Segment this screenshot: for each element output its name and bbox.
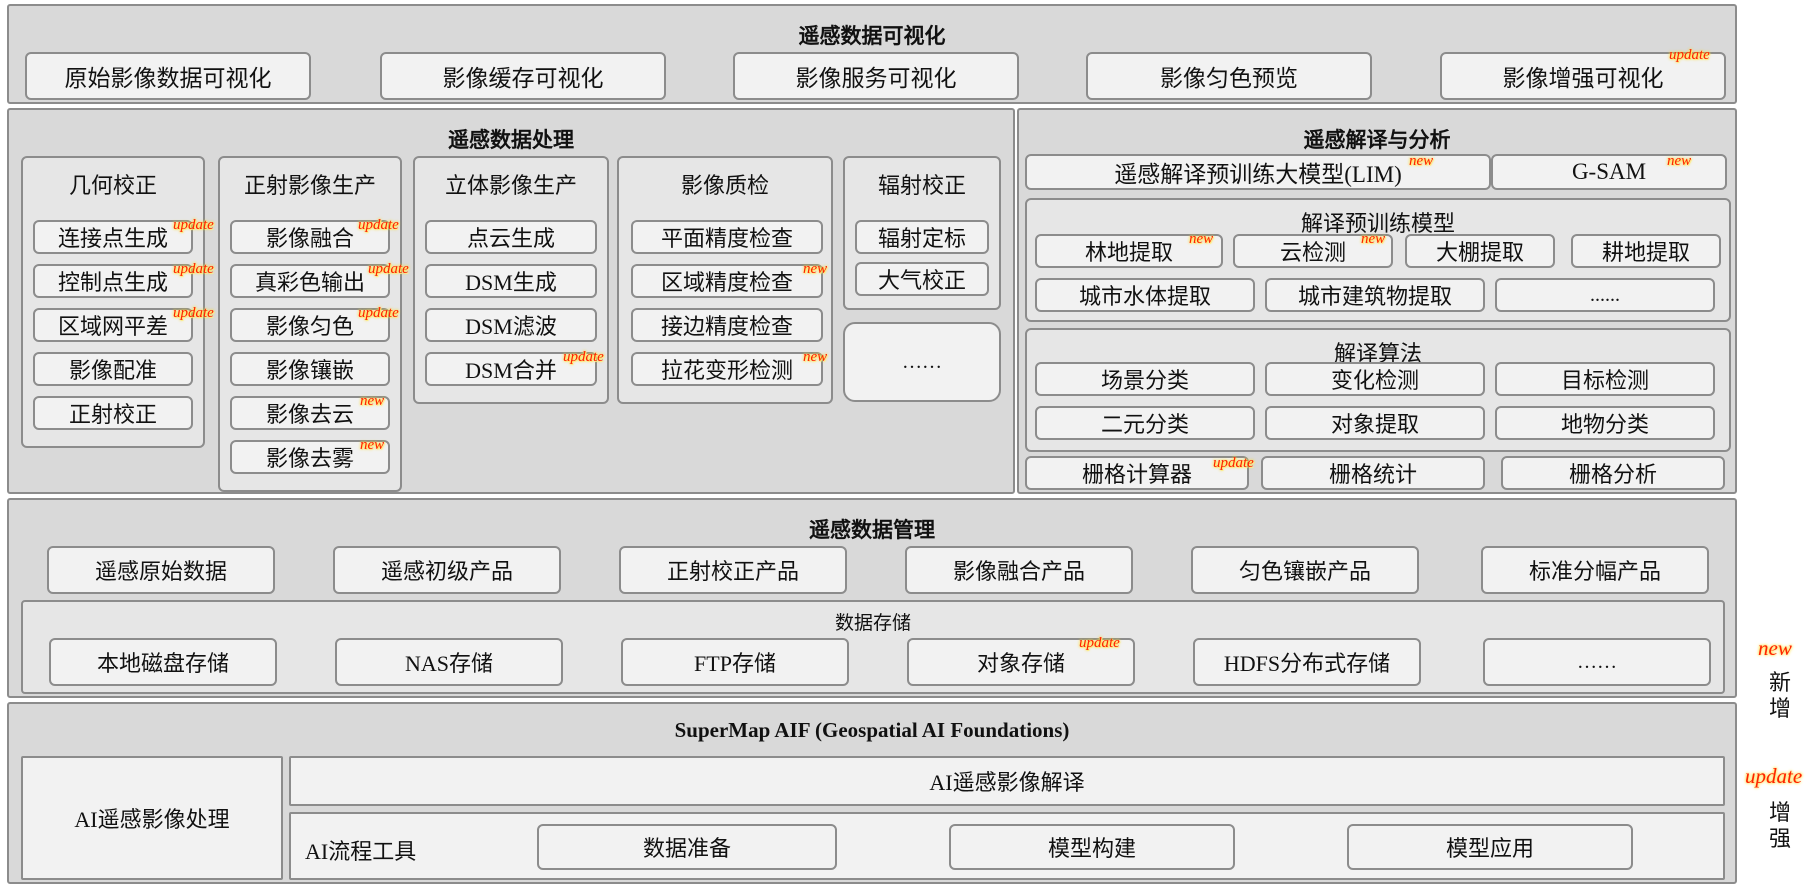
urban-water-extraction[interactable]: 城市水体提取: [1035, 278, 1255, 312]
vis-image-cache[interactable]: 影像缓存可视化: [380, 52, 666, 100]
processing-panel: 遥感数据处理 几何校正 连接点生成 控制点生成 区域网平差 影像配准 正射校正 …: [7, 108, 1015, 494]
raw-data-product[interactable]: 遥感原始数据: [47, 546, 275, 594]
image-mosaic[interactable]: 影像镶嵌: [230, 352, 390, 386]
update-tag: update: [173, 217, 214, 233]
point-cloud-generation[interactable]: 点云生成: [425, 220, 597, 254]
ortho-production-group: 正射影像生产 影像融合 真彩色输出 影像匀色 影像镶嵌 影像去云 影像去雾 up…: [218, 156, 409, 492]
legend-new-tag: new: [1758, 636, 1792, 660]
pretrained-model-group: 解译预训练模型 林地提取 云检测 大棚提取 耕地提取 城市水体提取 城市建筑物提…: [1025, 198, 1731, 322]
update-tag: update: [1079, 635, 1120, 651]
radiometric-calibration[interactable]: 辐射定标: [855, 220, 989, 254]
g-sam[interactable]: G-SAM: [1491, 154, 1727, 190]
nas-storage[interactable]: NAS存储: [335, 638, 563, 686]
new-tag: new: [1409, 153, 1434, 169]
processing-more[interactable]: ……: [843, 322, 1001, 402]
change-detection[interactable]: 变化检测: [1265, 362, 1485, 396]
object-extraction[interactable]: 对象提取: [1265, 406, 1485, 440]
quality-check-title: 影像质检: [680, 173, 769, 198]
aif-panel: SuperMap AIF (Geospatial AI Foundations)…: [7, 702, 1737, 884]
radiometric-correction-group: 辐射校正 辐射定标 大气校正: [843, 156, 1001, 310]
standard-tile-product[interactable]: 标准分幅产品: [1481, 546, 1709, 594]
landcover-classification[interactable]: 地物分类: [1495, 406, 1715, 440]
dsm-generation[interactable]: DSM生成: [425, 264, 597, 298]
model-application[interactable]: 模型应用: [1347, 824, 1633, 870]
management-title: 遥感数据管理: [809, 518, 935, 542]
geometric-correction-title: 几何校正: [68, 173, 157, 198]
true-color-output[interactable]: 真彩色输出: [230, 264, 390, 298]
atmospheric-correction[interactable]: 大气校正: [855, 262, 989, 296]
analysis-panel: 遥感解译与分析 遥感解译预训练大模型(LIM) G-SAM new new 解译…: [1017, 108, 1737, 494]
control-point-generation[interactable]: 控制点生成: [33, 264, 193, 298]
vis-image-service[interactable]: 影像服务可视化: [733, 52, 1019, 100]
update-tag: update: [173, 261, 214, 277]
ortho-product[interactable]: 正射校正产品: [619, 546, 847, 594]
image-registration[interactable]: 影像配准: [33, 352, 193, 386]
geometric-correction-group: 几何校正 连接点生成 控制点生成 区域网平差 影像配准 正射校正 update …: [21, 156, 214, 448]
block-adjustment[interactable]: 区域网平差: [33, 308, 193, 342]
farmland-extraction[interactable]: 耕地提取: [1571, 234, 1721, 268]
stereo-production-title: 立体影像生产: [444, 173, 577, 198]
ai-image-interpretation[interactable]: AI遥感影像解译: [289, 756, 1725, 806]
mosaic-product[interactable]: 匀色镶嵌产品: [1191, 546, 1419, 594]
model-building[interactable]: 模型构建: [949, 824, 1235, 870]
storage-more[interactable]: ……: [1483, 638, 1711, 686]
new-tag: new: [1361, 231, 1386, 247]
distortion-detection[interactable]: 拉花变形检测: [631, 352, 823, 386]
data-preparation[interactable]: 数据准备: [537, 824, 837, 870]
new-tag: new: [803, 261, 828, 277]
local-disk-storage[interactable]: 本地磁盘存储: [49, 638, 277, 686]
analysis-title: 遥感解译与分析: [1303, 128, 1451, 152]
ortho-production-title: 正射影像生产: [243, 173, 376, 198]
vis-raw-image[interactable]: 原始影像数据可视化: [25, 52, 311, 100]
ai-image-processing[interactable]: AI遥感影像处理: [21, 756, 283, 880]
algorithm-group: 解译算法 场景分类 变化检测 目标检测 二元分类 对象提取 地物分类: [1025, 328, 1731, 452]
ai-workflow-title: AI流程工具: [305, 839, 417, 864]
update-tag: update: [368, 261, 409, 277]
object-detection[interactable]: 目标检测: [1495, 362, 1715, 396]
ftp-storage[interactable]: FTP存储: [621, 638, 849, 686]
hdfs-storage[interactable]: HDFS分布式存储: [1193, 638, 1421, 686]
update-tag: update: [173, 305, 214, 321]
management-panel: 遥感数据管理 遥感原始数据 遥感初级产品 正射校正产品 影像融合产品 匀色镶嵌产…: [7, 498, 1737, 698]
new-tag: new: [360, 393, 385, 409]
ortho-rectification[interactable]: 正射校正: [33, 396, 193, 430]
new-tag: new: [360, 437, 385, 453]
update-tag: update: [1669, 47, 1710, 63]
update-tag: update: [358, 305, 399, 321]
greenhouse-extraction[interactable]: 大棚提取: [1405, 234, 1555, 268]
new-tag: new: [1189, 231, 1214, 247]
update-tag: update: [358, 217, 399, 233]
binary-classification[interactable]: 二元分类: [1035, 406, 1255, 440]
planar-accuracy-check[interactable]: 平面精度检查: [631, 220, 823, 254]
primary-product[interactable]: 遥感初级产品: [333, 546, 561, 594]
ai-workflow-tools: AI流程工具 数据准备 模型构建 模型应用: [289, 812, 1725, 880]
legend-update-tag: update: [1745, 764, 1803, 788]
storage-group: 数据存储 本地磁盘存储 NAS存储 FTP存储 对象存储 HDFS分布式存储 ……: [21, 600, 1725, 694]
raster-statistics[interactable]: 栅格统计: [1261, 456, 1485, 490]
legend-update-label: 增强: [1768, 800, 1791, 851]
regional-accuracy-check[interactable]: 区域精度检查: [631, 264, 823, 298]
urban-building-extraction[interactable]: 城市建筑物提取: [1265, 278, 1485, 312]
update-tag: update: [1213, 455, 1254, 471]
legend-new-label: 新增: [1768, 670, 1791, 721]
scene-classification[interactable]: 场景分类: [1035, 362, 1255, 396]
aif-title: SuperMap AIF (Geospatial AI Foundations): [674, 718, 1070, 742]
visualization-panel: 遥感数据可视化 原始影像数据可视化 影像缓存可视化 影像服务可视化 影像匀色预览…: [7, 4, 1737, 104]
visualization-title: 遥感数据可视化: [798, 24, 946, 48]
raster-analysis[interactable]: 栅格分析: [1501, 456, 1725, 490]
radiometric-correction-title: 辐射校正: [877, 173, 966, 198]
edge-accuracy-check[interactable]: 接边精度检查: [631, 308, 823, 342]
processing-title: 遥感数据处理: [448, 128, 574, 152]
fusion-product[interactable]: 影像融合产品: [905, 546, 1133, 594]
new-tag: new: [1667, 153, 1692, 169]
tie-point-generation[interactable]: 连接点生成: [33, 220, 193, 254]
storage-title: 数据存储: [834, 613, 911, 634]
pretrained-more[interactable]: ......: [1495, 278, 1715, 312]
stereo-production-group: 立体影像生产 点云生成 DSM生成 DSM滤波 DSM合并 update: [413, 156, 609, 404]
update-tag: update: [563, 349, 604, 365]
dsm-filtering[interactable]: DSM滤波: [425, 308, 597, 342]
vis-color-balance-preview[interactable]: 影像匀色预览: [1086, 52, 1372, 100]
new-tag: new: [803, 349, 828, 365]
quality-check-group: 影像质检 平面精度检查 区域精度检查 接边精度检查 拉花变形检测 new new: [617, 156, 833, 404]
